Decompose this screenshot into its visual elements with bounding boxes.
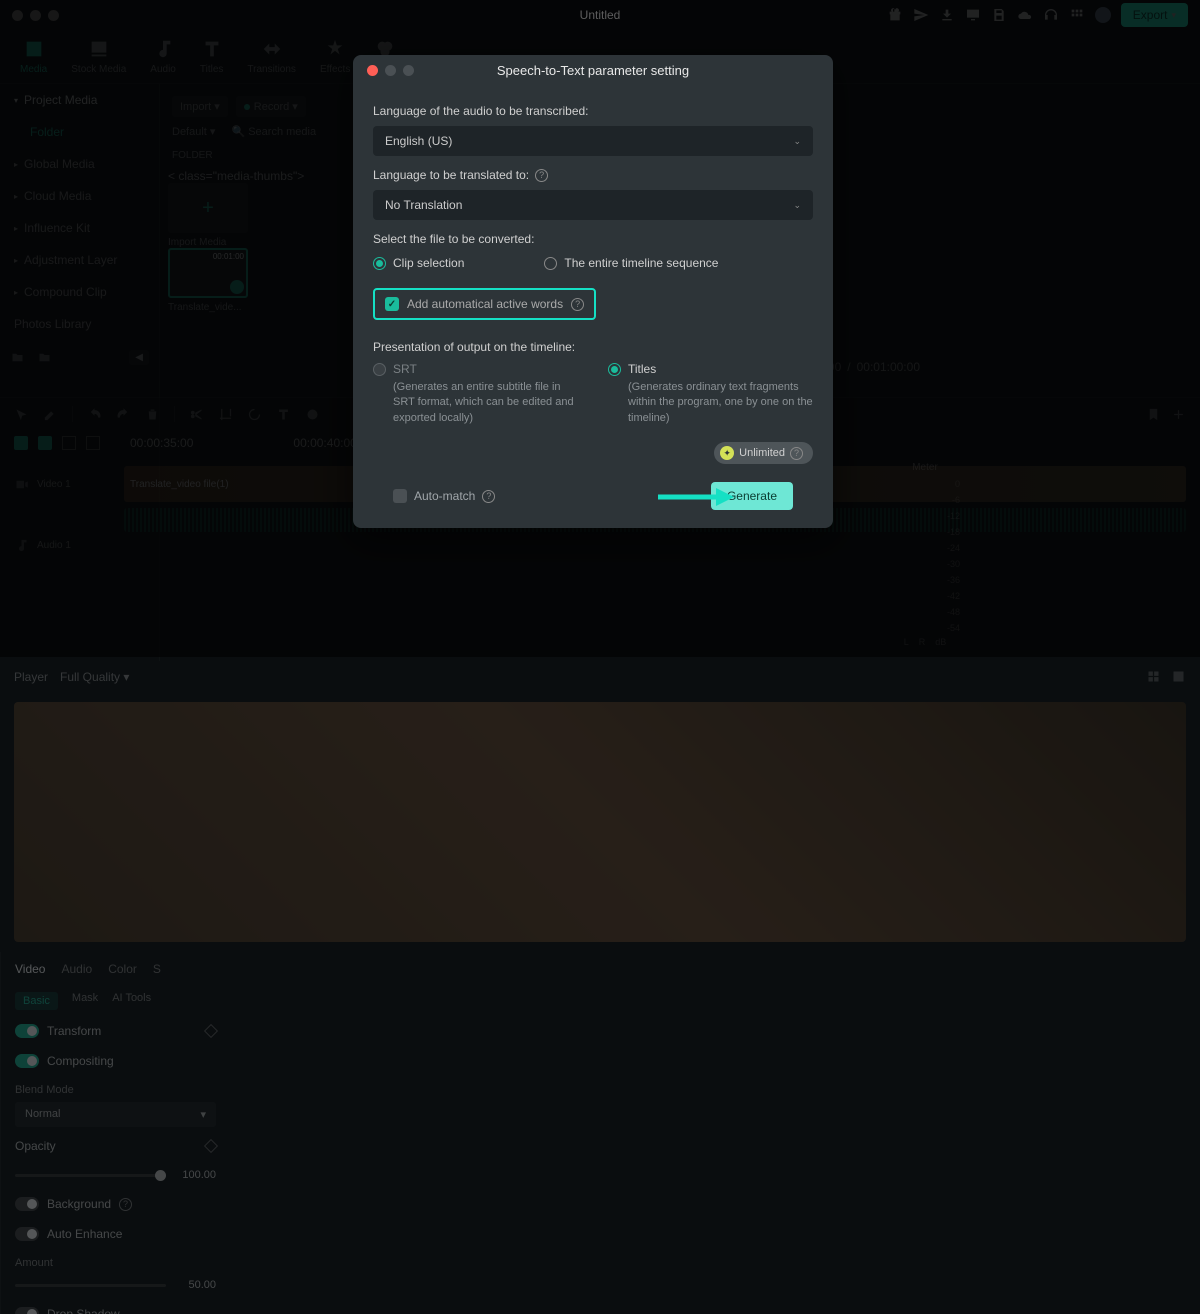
translate-language-select[interactable]: No Translation ⌄ — [373, 190, 813, 220]
select-file-label: Select the file to be converted: — [373, 232, 813, 246]
radio-icon — [544, 257, 557, 270]
opacity-slider[interactable]: 100.00 — [15, 1169, 216, 1181]
inspector-tab-more[interactable]: S — [153, 962, 161, 976]
audio-language-label: Language of the audio to be transcribed: — [373, 104, 813, 118]
dialog-close[interactable] — [367, 65, 378, 76]
help-icon[interactable]: ? — [535, 169, 548, 182]
player-label: Player — [14, 670, 48, 684]
compositing-toggle[interactable] — [15, 1054, 39, 1068]
amount-slider[interactable]: 50.00 — [15, 1279, 216, 1291]
quality-select[interactable]: Full Quality ▾ — [60, 670, 129, 684]
audio-language-select[interactable]: English (US) ⌄ — [373, 126, 813, 156]
presentation-label: Presentation of output on the timeline: — [373, 340, 813, 354]
opacity-keyframe-icon[interactable] — [204, 1139, 218, 1153]
help-icon[interactable]: ? — [482, 490, 495, 503]
radio-icon — [373, 363, 386, 376]
grid-view-icon[interactable] — [1146, 669, 1161, 684]
radio-clip-selection[interactable]: Clip selection — [373, 256, 464, 270]
radio-titles[interactable]: Titles — [608, 362, 813, 376]
blend-mode-select[interactable]: Normal▾ — [15, 1102, 216, 1127]
translate-language-label: Language to be translated to: ? — [373, 168, 813, 182]
inspector-tab-audio[interactable]: Audio — [61, 962, 92, 976]
blend-mode-label: Blend Mode — [1, 1076, 230, 1098]
unlimited-badge: ✦ Unlimited ? — [714, 442, 813, 464]
generate-button[interactable]: Generate — [711, 482, 793, 510]
star-icon: ✦ — [720, 446, 734, 460]
chevron-down-icon: ⌄ — [793, 200, 801, 211]
amount-label: Amount — [1, 1249, 230, 1271]
subtab-mask[interactable]: Mask — [72, 992, 98, 1010]
opacity-label: Opacity — [15, 1139, 56, 1153]
radio-icon — [608, 363, 621, 376]
dialog-minimize — [385, 65, 396, 76]
inspector-tab-color[interactable]: Color — [108, 962, 137, 976]
dialog-title: Speech-to-Text parameter setting — [497, 63, 689, 78]
preview-area: Player Full Quality ▾ — [0, 661, 1200, 942]
help-icon[interactable]: ? — [790, 447, 803, 460]
srt-description: (Generates an entire subtitle file in SR… — [373, 380, 578, 426]
chevron-down-icon: ⌄ — [793, 136, 801, 147]
radio-icon — [373, 257, 386, 270]
inspector-panel: Video Audio Color S Basic Mask AI Tools … — [0, 952, 230, 1314]
auto-active-words-checkbox[interactable]: Add automatical active words ? — [373, 288, 596, 320]
auto-enhance-toggle[interactable] — [15, 1227, 39, 1241]
checkbox-icon — [393, 489, 407, 503]
speech-to-text-dialog: Speech-to-Text parameter setting Languag… — [353, 55, 833, 528]
help-icon[interactable]: ? — [571, 298, 584, 311]
video-preview[interactable] — [14, 702, 1186, 942]
background-toggle[interactable] — [15, 1197, 39, 1211]
radio-entire-timeline[interactable]: The entire timeline sequence — [544, 256, 718, 270]
help-icon[interactable]: ? — [119, 1198, 132, 1211]
drop-shadow-toggle[interactable] — [15, 1307, 39, 1314]
inspector-tab-video[interactable]: Video — [15, 962, 45, 976]
titles-description: (Generates ordinary text fragments withi… — [608, 380, 813, 426]
dialog-maximize — [403, 65, 414, 76]
auto-match-checkbox[interactable]: Auto-match ? — [393, 489, 495, 503]
transform-toggle[interactable] — [15, 1024, 39, 1038]
subtab-basic[interactable]: Basic — [15, 992, 58, 1010]
checkbox-icon — [385, 297, 399, 311]
image-icon[interactable] — [1171, 669, 1186, 684]
keyframe-icon[interactable] — [204, 1024, 218, 1038]
subtab-ai-tools[interactable]: AI Tools — [112, 992, 151, 1010]
radio-srt: SRT — [373, 362, 578, 376]
